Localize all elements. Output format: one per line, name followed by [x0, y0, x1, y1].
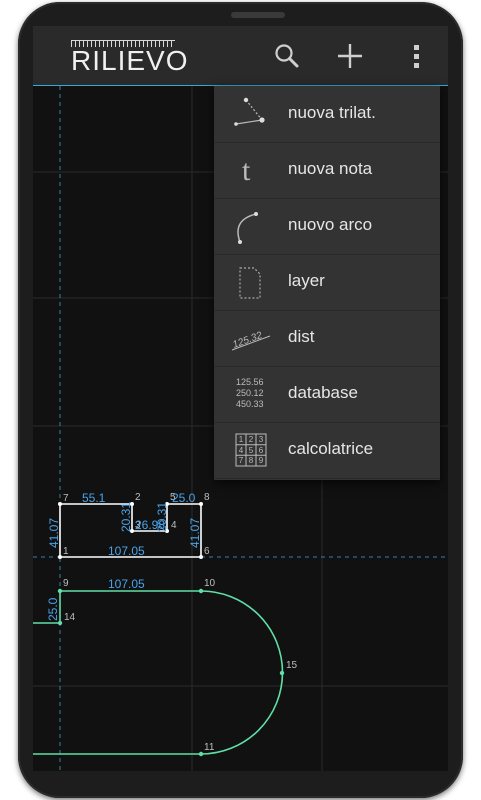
menu-item-calcolatrice[interactable]: 1 2 3 4 5 6 7 8 9 calcolatrice — [214, 422, 440, 479]
calc-key-9: 9 — [259, 456, 264, 465]
calc-key-5: 5 — [249, 446, 254, 455]
menu-label-nuovo-arco: nuovo arco — [288, 215, 373, 234]
database-icon-line-3: 450.33 — [236, 399, 264, 409]
dim-path-left: 25.0 — [46, 597, 60, 621]
point-label-8: 8 — [204, 492, 210, 503]
triangle-points-icon — [234, 97, 265, 126]
calc-key-4: 4 — [239, 446, 244, 455]
note-t-icon: t — [242, 154, 251, 187]
menu-item-nuova-nota[interactable]: t nuova nota — [214, 142, 440, 199]
dim-top-left: 55.1 — [82, 491, 106, 505]
menu-item-nuovo-arco[interactable]: nuovo arco — [214, 198, 440, 255]
point-label-1: 1 — [63, 546, 69, 557]
dim-left-side: 41.07 — [47, 518, 61, 548]
arc-icon — [237, 212, 258, 244]
calc-key-8: 8 — [249, 456, 254, 465]
calc-key-1: 1 — [239, 435, 244, 444]
point-label-11: 11 — [204, 742, 215, 753]
calculator-icon: 1 2 3 4 5 6 7 8 9 — [235, 433, 267, 467]
menu-label-dist: dist — [288, 327, 315, 346]
point-label-15: 15 — [286, 660, 298, 671]
dim-right-side: 41.07 — [188, 518, 202, 548]
app-title: RILIEVO — [71, 45, 189, 76]
point-label-2: 2 — [135, 492, 141, 503]
point-label-9: 9 — [63, 578, 69, 589]
more-vert-icon[interactable] — [403, 42, 431, 70]
app-screen: 7 2 3 4 5 8 1 6 9 10 14 15 11 55.1 25.0 … — [33, 26, 448, 771]
database-icon-line-1: 125.56 — [236, 377, 264, 387]
dim-notch-bottom: 26.98 — [135, 518, 165, 532]
plus-icon[interactable] — [336, 42, 364, 70]
dim-bottom: 107.05 — [108, 544, 145, 558]
database-icon-line-2: 250.12 — [236, 388, 264, 398]
menu-label-nuova-nota: nuova nota — [288, 159, 373, 178]
distance-icon-text: 125.32 — [231, 330, 264, 351]
dim-notch-left: 20.31 — [119, 502, 133, 532]
dim-path-top: 107.05 — [108, 577, 145, 591]
point-label-14: 14 — [64, 612, 76, 623]
path-vertices — [57, 588, 285, 757]
point-label-6: 6 — [204, 546, 210, 557]
menu-label-nuova-trilat: nuova trilat. — [288, 103, 376, 122]
menu-item-database[interactable]: 125.56 250.12 450.33 database — [214, 366, 440, 423]
svg-text:t: t — [242, 154, 251, 187]
menu-item-layer[interactable]: layer — [214, 254, 440, 311]
dim-top-right: 25.0 — [172, 491, 196, 505]
action-bar: RILIEVO — [33, 26, 448, 86]
menu-item-dist[interactable]: 125.32 dist — [214, 310, 440, 367]
overflow-menu: nuova trilat. t nuova nota nuovo arco la… — [214, 86, 440, 480]
menu-label-calcolatrice: calcolatrice — [288, 439, 374, 458]
menu-label-layer: layer — [288, 271, 325, 290]
layer-page-icon — [239, 267, 261, 299]
point-label-10: 10 — [204, 578, 216, 589]
distance-icon: 125.32 — [231, 330, 271, 351]
search-icon[interactable] — [273, 42, 301, 70]
menu-item-nuova-trilat[interactable]: nuova trilat. — [214, 86, 440, 143]
point-label-4: 4 — [171, 520, 177, 531]
calc-key-6: 6 — [259, 446, 264, 455]
app-logo: RILIEVO — [71, 40, 187, 76]
calc-key-2: 2 — [249, 435, 254, 444]
calc-key-3: 3 — [259, 435, 264, 444]
database-icon: 125.56 250.12 450.33 — [236, 377, 264, 409]
speaker-grille — [231, 12, 285, 18]
calc-key-7: 7 — [239, 456, 244, 465]
menu-label-database: database — [288, 383, 358, 402]
point-label-7: 7 — [63, 493, 69, 504]
